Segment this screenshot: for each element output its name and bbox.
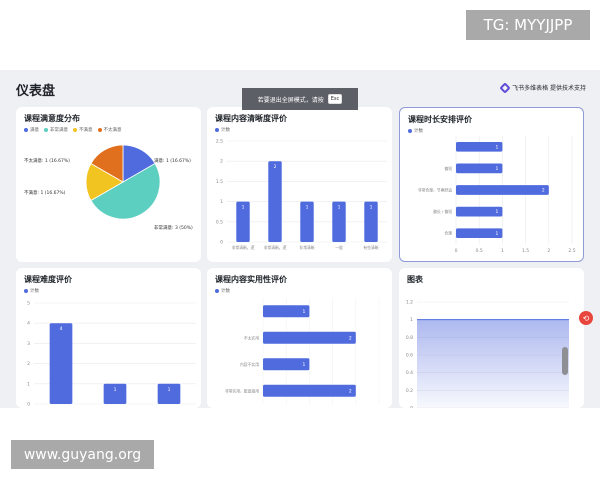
y-tick-label: 5 (27, 301, 30, 307)
card-satisfaction[interactable]: 课程满意度分布 满意 非常满意 不满意 不太满意 满意: 1 (16.67%) … (16, 107, 201, 262)
bar-value-label: 2 (542, 188, 545, 194)
bar-value-label: 1 (496, 209, 499, 215)
area-chart[interactable]: 0 0.2 0.4 0.6 0.8 1 1.2 (399, 268, 584, 408)
bar-value-label: 1 (168, 387, 171, 393)
bar (49, 323, 73, 404)
y-category-label: 合理 (444, 231, 452, 236)
toast-text: 若要退出全屏模式，请按 (257, 96, 324, 104)
watermark-top: TG: MYYJJPP (466, 10, 590, 40)
difficulty-bar-chart[interactable]: 0 1 2 3 4 5 4 1 1 (16, 268, 201, 408)
y-tick-label: 1 (410, 317, 413, 323)
bar-value-label: 4 (60, 326, 63, 332)
powered-by-text: 飞书多维表格 提供技术支持 (512, 85, 586, 92)
x-category-label: 非常清晰，逻 (264, 245, 287, 250)
y-tick-label: 4 (27, 321, 30, 327)
y-category-label: 内容不实用 (240, 362, 259, 367)
page-title: 仪表盘 (16, 84, 56, 99)
pie-label-left-top: 不太满意: 1 (16.67%) (24, 157, 70, 164)
y-tick-label: 0.6 (406, 353, 413, 359)
y-category-label: 不太实用 (244, 335, 259, 340)
watermark-bottom: www.guyang.org (11, 440, 154, 469)
card-practical[interactable]: 课程内容实用性评价 计数 1 2 不太实用 1 内容不实用 2 非常实用，能直接用 (207, 268, 392, 408)
x-category-label: 一般 (335, 245, 343, 250)
y-category-label: 偏短 (444, 166, 452, 171)
bar-value-label: 1 (303, 309, 306, 315)
bar-value-label: 1 (370, 205, 373, 211)
y-category-label: 非常实用，能直接用 (225, 388, 259, 393)
pie-label-right: 满意: 1 (16.67%) (154, 157, 191, 164)
bar (263, 331, 356, 344)
bar (456, 185, 549, 195)
card-clarity[interactable]: 课程内容清晰度评价 计数 0 0.5 1 1.5 2 2.5 1 非常清晰，逻 2 非常清晰，逻 1… (207, 107, 392, 262)
y-tick-label: 0 (27, 402, 30, 408)
x-tick-label: 1.5 (522, 248, 529, 254)
y-tick-label: 2 (220, 159, 223, 165)
x-tick-label: 0 (455, 248, 458, 254)
card-difficulty[interactable]: 课程难度评价 计数 012345411 (16, 268, 201, 408)
bar-value-label: 1 (242, 205, 245, 211)
esc-key: Esc (327, 94, 343, 104)
bar (263, 384, 356, 397)
feedback-button[interactable]: ⟲ (579, 311, 593, 325)
x-tick-label: 0.5 (476, 248, 483, 254)
bar-value-label: 1 (114, 387, 117, 393)
bar-value-label: 1 (338, 205, 341, 211)
x-category-label: 有些清晰 (363, 245, 378, 250)
pie-label-left-mid: 不满意: 1 (16.67%) (24, 189, 66, 196)
time-bar-chart[interactable]: 0 0.5 1 1.5 2 2.5 1 1 偏短 2 非常合理，节奏舒适 1 偏长 / 偏短 1 合理 (400, 108, 584, 262)
y-tick-label: 1 (27, 381, 30, 387)
clarity-bar-chart[interactable]: 0 0.5 1 1.5 2 2.5 1 非常清晰，逻 2 非常清晰，逻 1 非常清晰 1 一般 1 有些清晰 (207, 107, 392, 262)
powered-by[interactable]: 飞书多维表格 提供技术支持 (499, 81, 586, 94)
y-tick-label: 1 (220, 199, 223, 205)
y-tick-label: 0 (220, 240, 223, 246)
practical-bar-chart[interactable]: 1 2 不太实用 1 内容不实用 2 非常实用，能直接用 (207, 268, 392, 408)
bar-value-label: 2 (274, 164, 277, 170)
x-tick-label: 2.5 (568, 248, 575, 254)
fullscreen-toast: 若要退出全屏模式，请按 Esc (242, 88, 358, 110)
y-tick-label: 0.4 (406, 370, 413, 376)
y-category-label: 偏长 / 偏短 (433, 209, 452, 214)
bar-value-label: 1 (496, 166, 499, 172)
y-tick-label: 2 (27, 361, 30, 367)
x-category-label: 非常清晰 (299, 245, 314, 250)
bar-value-label: 2 (349, 388, 352, 394)
pie-label-bottom: 非常满意: 3 (50%) (154, 224, 193, 231)
card-time[interactable]: 课程时长安排评价 计数 0 0.5 1 1.5 2 2.5 1 1 偏短 2 非常合理，节奏舒适 1 偏… (399, 107, 584, 262)
card-chart[interactable]: 图表 00.20.40.60.811.2 (399, 268, 584, 408)
bar (268, 161, 282, 242)
pie-chart[interactable]: 满意: 1 (16.67%) 不太满意: 1 (16.67%) 不满意: 1 (… (16, 107, 201, 262)
y-tick-label: 1.5 (216, 179, 223, 185)
bar-value-label: 1 (496, 231, 499, 237)
y-tick-label: 1.2 (406, 300, 413, 306)
area-fill (417, 319, 569, 408)
bar-value-label: 1 (496, 144, 499, 150)
feishu-logo-icon (499, 81, 511, 94)
x-tick-label: 2 (547, 248, 550, 254)
scroll-handle[interactable] (562, 347, 568, 375)
y-category-label: 非常合理，节奏舒适 (418, 188, 452, 193)
x-tick-label: 1 (501, 248, 504, 254)
bar-value-label: 1 (303, 362, 306, 368)
y-tick-label: 0 (410, 406, 413, 409)
bar-value-label: 2 (349, 335, 352, 341)
y-tick-label: 3 (27, 341, 30, 347)
y-tick-label: 2.5 (216, 139, 223, 145)
y-tick-label: 0.2 (406, 388, 413, 394)
bar-value-label: 1 (306, 205, 309, 211)
y-tick-label: 0.5 (216, 219, 223, 225)
y-tick-label: 0.8 (406, 335, 413, 341)
x-category-label: 非常清晰，逻 (232, 245, 255, 250)
